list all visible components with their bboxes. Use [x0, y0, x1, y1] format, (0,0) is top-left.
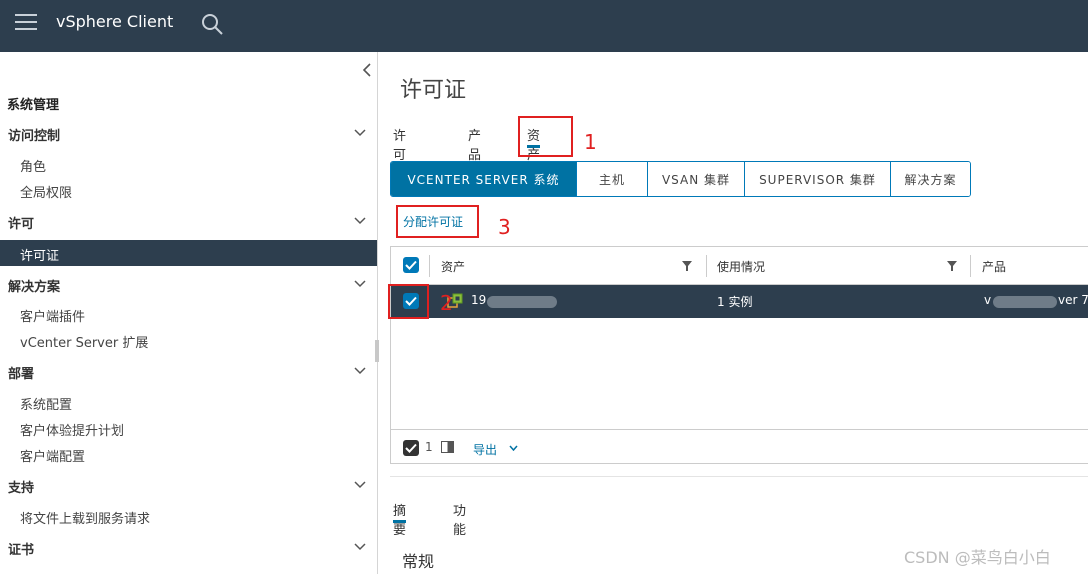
chevron-down-icon[interactable] [509, 445, 518, 451]
column-header-usage[interactable]: 使用情况 [717, 258, 765, 275]
sidebar-item-label: 角色 [20, 160, 47, 175]
section-divider [390, 476, 1088, 477]
sidebar-item-client-config[interactable]: 客户端配置 [0, 441, 377, 467]
product-cell-end: ver 7 [1058, 293, 1088, 307]
annotation-number-3: 3 [498, 215, 511, 239]
sidebar-item-client-plugins[interactable]: 客户端插件 [0, 301, 377, 327]
annotation-number-2: 2 [440, 291, 453, 315]
redacted-blur [487, 296, 557, 308]
chevron-down-icon [354, 367, 366, 375]
chevron-down-icon [354, 481, 366, 489]
tab-features[interactable]: 功能 [453, 497, 466, 538]
app-title[interactable]: vSphere Client [56, 12, 173, 31]
datagrid-header: 资产 使用情况 产品 [391, 247, 1088, 285]
sidebar-item-label: 全局权限 [20, 186, 73, 201]
tab-summary[interactable]: 摘要 [393, 497, 407, 538]
chevron-down-icon [354, 217, 366, 225]
sidebar-group-label: 解决方案 [8, 280, 61, 295]
column-separator [429, 255, 430, 277]
segment-vcenter-server[interactable]: VCENTER SERVER 系统 [391, 162, 576, 196]
datagrid-footer: 1 导出 [391, 429, 1088, 464]
column-toggle-icon[interactable] [441, 441, 454, 453]
sidebar-item-system-config[interactable]: 系统配置 [0, 389, 377, 415]
assets-datagrid: 资产 使用情况 产品 19 1 实例 v ver 7 1 导出 [390, 246, 1088, 464]
sidebar-item-global-permissions[interactable]: 全局权限 [0, 177, 377, 203]
usage-cell: 1 实例 [717, 295, 753, 309]
asset-name-cell[interactable]: 19 [471, 293, 486, 307]
sidebar-group-label: 部署 [8, 367, 35, 382]
tab-products[interactable]: 产品 [468, 122, 481, 163]
column-header-asset[interactable]: 资产 [441, 258, 465, 275]
filter-icon[interactable] [947, 261, 957, 271]
sidebar-group-certificates[interactable]: 证书 [0, 534, 378, 560]
column-separator[interactable] [970, 255, 971, 277]
column-header-product[interactable]: 产品 [982, 258, 1006, 275]
sidebar-heading: 系统管理 [7, 98, 60, 113]
chevron-down-icon [354, 129, 366, 137]
selected-count: 1 [425, 440, 433, 454]
sidebar-item-label: 将文件上载到服务请求 [20, 512, 151, 527]
top-header: vSphere Client [0, 0, 1088, 52]
sidebar-group-support[interactable]: 支持 [0, 472, 378, 498]
sidebar: 系统管理 访问控制 角色 全局权限 许可 许可证 解决方案 客户端插件 vCen… [0, 52, 378, 574]
segment-hosts[interactable]: 主机 [576, 162, 647, 196]
tab-licenses[interactable]: 许可证 [393, 122, 406, 182]
sidebar-item-label: 客户端插件 [20, 310, 86, 325]
sidebar-item-roles[interactable]: 角色 [0, 151, 377, 177]
watermark: CSDN @菜鸟白小白 [904, 548, 1051, 567]
sidebar-item-licenses[interactable]: 许可证 [0, 240, 377, 266]
selection-checkbox[interactable] [403, 440, 419, 456]
table-row[interactable]: 19 1 实例 v ver 7 [391, 285, 1088, 318]
column-separator[interactable] [706, 255, 707, 277]
sidebar-group-deployment[interactable]: 部署 [0, 358, 378, 384]
collapse-sidebar-icon[interactable] [360, 62, 374, 78]
redacted-blur [993, 296, 1057, 308]
chevron-down-icon [354, 543, 366, 551]
sidebar-group-solutions[interactable]: 解决方案 [0, 271, 378, 297]
segment-vsan-clusters[interactable]: VSAN 集群 [647, 162, 744, 196]
section-title-general: 常规 [402, 552, 435, 571]
segment-supervisor-clusters[interactable]: SUPERVISOR 集群 [744, 162, 890, 196]
sidebar-item-label: 客户体验提升计划 [20, 424, 125, 439]
sidebar-item-label: 许可证 [20, 249, 60, 264]
export-button[interactable]: 导出 [473, 441, 497, 458]
sidebar-group-label: 许可 [8, 217, 35, 232]
sidebar-group-licensing[interactable]: 许可 [0, 208, 378, 234]
sidebar-item-label: 系统配置 [20, 398, 73, 413]
sidebar-group-label: 支持 [8, 481, 35, 496]
annotation-box-row-checkbox [388, 284, 429, 319]
hamburger-icon[interactable] [15, 14, 37, 30]
sidebar-item-upload-file[interactable]: 将文件上载到服务请求 [0, 503, 377, 529]
sidebar-group-access-control[interactable]: 访问控制 [0, 120, 378, 146]
sidebar-item-vcenter-extensions[interactable]: vCenter Server 扩展 [0, 327, 377, 353]
annotation-box-assign [396, 205, 479, 238]
segment-solutions[interactable]: 解决方案 [890, 162, 970, 196]
sidebar-resize-handle[interactable] [375, 340, 379, 362]
sidebar-group-label: 证书 [8, 543, 35, 558]
annotation-number-1: 1 [584, 130, 597, 154]
sidebar-item-label: 客户端配置 [20, 450, 86, 465]
annotation-box-assets-tab [518, 116, 573, 157]
search-icon[interactable] [200, 12, 224, 36]
sidebar-item-ceip[interactable]: 客户体验提升计划 [0, 415, 377, 441]
select-all-checkbox[interactable] [403, 257, 419, 273]
product-cell-start: v [984, 293, 992, 307]
sidebar-item-label: vCenter Server 扩展 [20, 336, 149, 351]
filter-icon[interactable] [682, 261, 692, 271]
asset-type-segmented-control: VCENTER SERVER 系统 主机 VSAN 集群 SUPERVISOR … [390, 161, 971, 197]
chevron-down-icon [354, 280, 366, 288]
page-title: 许可证 [400, 78, 467, 103]
sidebar-group-label: 访问控制 [8, 129, 61, 144]
